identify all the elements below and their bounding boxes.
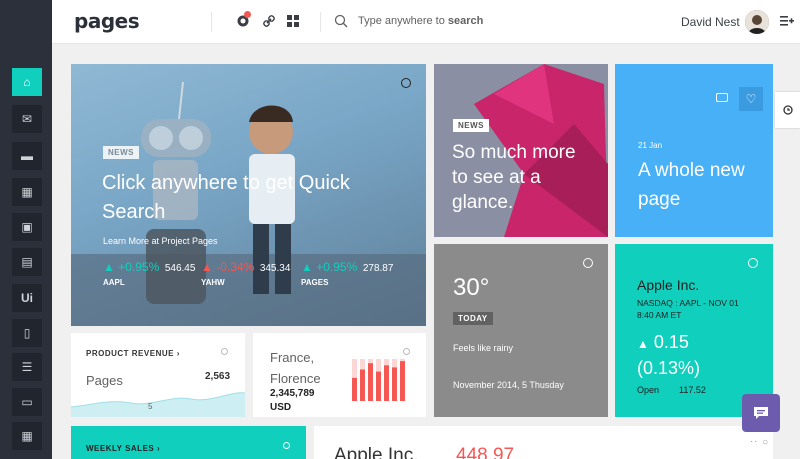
up-arrow-icon: ▲ bbox=[637, 337, 649, 351]
layout-icon: ▣ bbox=[21, 220, 33, 234]
hero-title: Click anywhere to get Quick Search bbox=[102, 172, 350, 223]
weekly-sales-label[interactable]: WEEKLY SALES › bbox=[86, 444, 160, 453]
location-card[interactable]: France, Florence 2,345,789 USD bbox=[253, 333, 426, 417]
bar bbox=[376, 371, 381, 401]
weather-date: November 2014, 5 Thusday bbox=[453, 380, 564, 390]
clock-icon bbox=[782, 105, 793, 115]
app-logo[interactable]: pages bbox=[74, 9, 140, 33]
stock-yahw: ▲ -0.34% 345.34 YAHW bbox=[201, 260, 291, 287]
open-label: Open bbox=[637, 385, 660, 395]
notification-dot bbox=[244, 11, 251, 18]
calendar-icon: ▦ bbox=[21, 185, 33, 199]
chat-bubble-icon bbox=[754, 407, 768, 419]
chat-icon: ▬ bbox=[21, 149, 33, 163]
revenue-label[interactable]: PRODUCT REVENUE › bbox=[86, 349, 180, 358]
sidebar-item-document[interactable]: ▯ bbox=[12, 319, 42, 347]
weather-description: Feels like rainy bbox=[453, 343, 514, 353]
apple-stock-card[interactable]: Apple Inc. NASDAQ : AAPL - NOV 01 8:40 A… bbox=[615, 244, 773, 417]
stock-exchange: NASDAQ : AAPL - NOV 01 bbox=[637, 298, 739, 308]
bar bbox=[352, 377, 357, 401]
location-currency: USD bbox=[270, 402, 292, 413]
apple-price-card[interactable]: Apple Inc. 448.97 ⋅⋅ ○ bbox=[314, 426, 773, 459]
comment-icon[interactable] bbox=[716, 93, 728, 102]
company-name: Apple Inc. bbox=[334, 445, 419, 459]
today-badge: TODAY bbox=[453, 312, 493, 325]
news-badge: NEWS bbox=[103, 146, 139, 159]
list-icon: ☰ bbox=[21, 360, 33, 374]
document-icon: ▯ bbox=[23, 326, 31, 340]
sidebar-item-mail[interactable]: ✉ bbox=[12, 105, 42, 133]
divider bbox=[320, 12, 321, 32]
user-name[interactable]: David Nest bbox=[681, 15, 740, 29]
link-icon[interactable] bbox=[261, 13, 277, 29]
sidebar-item-grid[interactable]: ▤ bbox=[12, 248, 42, 276]
bar bbox=[400, 361, 405, 401]
bar bbox=[360, 369, 365, 401]
home-icon: ⌂ bbox=[23, 75, 31, 89]
sidebar-item-table[interactable]: ▦ bbox=[12, 422, 42, 450]
company-price: 448.97 bbox=[456, 445, 515, 459]
search-placeholder: Type anywhere to bbox=[358, 15, 448, 27]
search-placeholder-strong: search bbox=[447, 15, 484, 27]
location-name: France, Florence bbox=[270, 350, 321, 386]
heart-icon[interactable]: ♡ bbox=[739, 87, 763, 111]
revenue-sparkline bbox=[71, 392, 245, 417]
chat-button[interactable] bbox=[742, 394, 780, 432]
top-bar: pages Type anywhere to search David Nest bbox=[52, 0, 800, 44]
product-revenue-card[interactable]: PRODUCT REVENUE › Pages 2,563 5 bbox=[71, 333, 245, 417]
hero-link[interactable]: Learn More at Project Pages bbox=[103, 236, 218, 246]
refresh-icon[interactable] bbox=[283, 442, 290, 449]
whole-new-page-card[interactable]: ♡ 21 Jan A whole new page bbox=[615, 64, 773, 237]
refresh-icon[interactable] bbox=[748, 258, 758, 268]
card-title: A whole new page bbox=[638, 160, 745, 210]
ui-icon: Ui bbox=[21, 291, 33, 305]
search-input[interactable]: Type anywhere to search bbox=[358, 15, 483, 27]
sidebar-item-layout[interactable]: ▣ bbox=[12, 213, 42, 241]
weekly-sales-card[interactable]: WEEKLY SALES › bbox=[71, 426, 306, 459]
sidebar-item-calendar[interactable]: ▦ bbox=[12, 178, 42, 206]
stock-pages: ▲ +0.95% 278.87 PAGES bbox=[301, 260, 394, 287]
bar bbox=[368, 363, 373, 401]
divider bbox=[211, 12, 212, 32]
mail-icon: ✉ bbox=[21, 112, 33, 126]
search-icon[interactable] bbox=[333, 13, 349, 29]
more-options-icon[interactable]: ⋅⋅ ○ bbox=[750, 437, 769, 448]
news-title: So much more to see at a glance. bbox=[452, 142, 576, 213]
sidebar-item-window[interactable]: ▭ bbox=[12, 388, 42, 416]
refresh-icon[interactable] bbox=[221, 348, 228, 355]
avatar[interactable] bbox=[745, 10, 769, 34]
stock-change: ▲ 0.15 (0.13%) bbox=[637, 332, 701, 378]
news-badge: NEWS bbox=[453, 119, 489, 132]
weather-card[interactable]: 30° TODAY Feels like rainy November 2014… bbox=[434, 244, 608, 417]
table-icon: ▦ bbox=[21, 429, 33, 443]
notifications-icon[interactable] bbox=[235, 11, 251, 29]
sidebar: ⌂ ✉ ▬ ▦ ▣ ▤ Ui ▯ ☰ ▭ ▦ bbox=[0, 0, 52, 459]
sidebar-item-home[interactable]: ⌂ bbox=[12, 68, 42, 96]
apps-grid-icon[interactable] bbox=[285, 13, 301, 29]
menu-add-icon[interactable] bbox=[779, 13, 795, 29]
revenue-value: 2,563 bbox=[205, 371, 231, 382]
temperature: 30° bbox=[453, 274, 490, 301]
card-date: 21 Jan bbox=[638, 141, 663, 150]
axis-tick: 5 bbox=[148, 402, 153, 411]
grid-icon: ▤ bbox=[21, 255, 33, 269]
stock-aapl: ▲ +0.95% 546.45 AAPL bbox=[103, 260, 196, 287]
refresh-icon[interactable] bbox=[401, 78, 411, 88]
hero-card[interactable]: NEWS Click anywhere to get Quick Search … bbox=[71, 64, 426, 326]
location-amount: 2,345,789 bbox=[270, 388, 315, 399]
sidebar-item-list[interactable]: ☰ bbox=[12, 353, 42, 381]
quickview-toggle[interactable] bbox=[775, 92, 800, 128]
refresh-icon[interactable] bbox=[403, 348, 410, 355]
bar bbox=[392, 367, 397, 401]
stock-title: Apple Inc. bbox=[637, 277, 700, 293]
stock-time: 8:40 AM ET bbox=[637, 310, 682, 320]
bar-chart bbox=[352, 359, 405, 401]
news-card[interactable]: NEWS So much more to see at a glance. bbox=[434, 64, 608, 237]
sidebar-item-chat[interactable]: ▬ bbox=[12, 142, 42, 170]
window-icon: ▭ bbox=[21, 395, 33, 409]
open-value: 117.52 bbox=[679, 385, 706, 395]
bar bbox=[384, 365, 389, 401]
sidebar-item-ui[interactable]: Ui bbox=[12, 284, 42, 312]
refresh-icon[interactable] bbox=[583, 258, 593, 268]
